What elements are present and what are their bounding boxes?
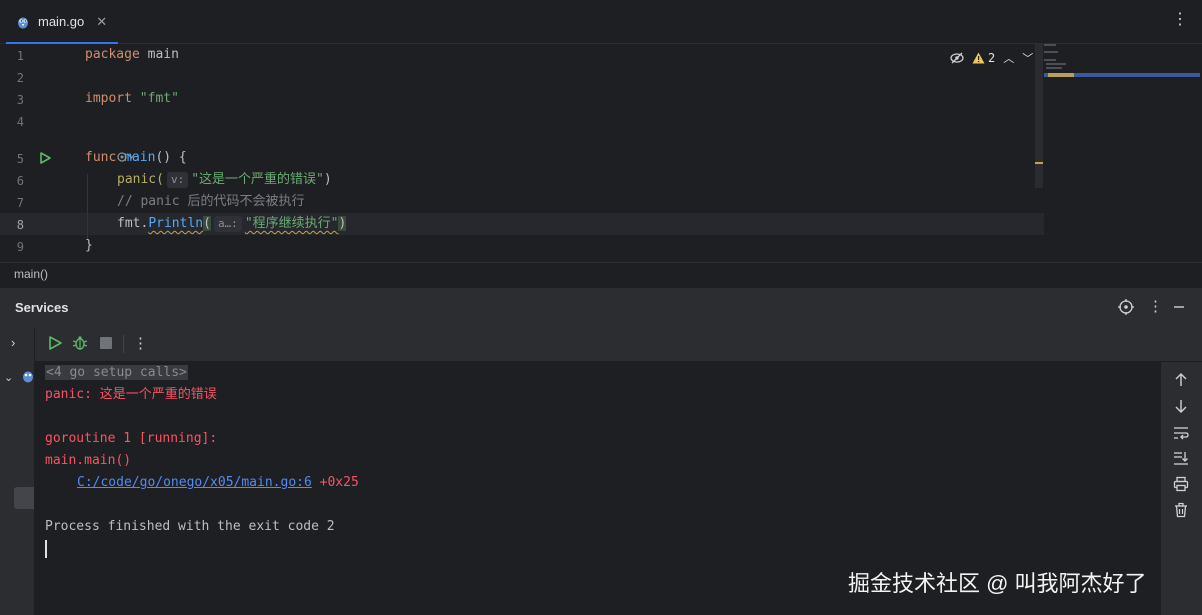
eye-crossed-icon[interactable] [950,52,964,64]
import-path: "fmt" [131,91,179,106]
editor-scrollbar[interactable] [1035,44,1043,188]
code-line-5: func main() { [85,147,187,169]
more-options-icon[interactable]: ⋮ [1172,12,1188,28]
console-line: main.main() [45,453,132,468]
services-tool-window-header: Services ⋮ [0,287,1202,328]
run-icon[interactable] [47,335,63,351]
code-editor[interactable]: 1 2 3 4 5 6 7 8 9 package main import "f… [0,44,1202,260]
warning-count: 2 [988,51,996,65]
keyword-package: package [85,47,140,62]
keyword-func: func [85,150,117,165]
closing-brace: } [85,238,93,253]
tab-label: main.go [38,14,85,29]
arrow-down-icon[interactable] [1173,398,1189,414]
scroll-to-end-icon[interactable] [1173,450,1189,466]
paren: ( [203,216,211,231]
crosshair-icon[interactable] [1118,299,1134,315]
console-toolbar: ⋮ [35,327,1202,362]
package-ref: fmt. [117,216,149,231]
soft-wrap-icon[interactable] [1173,425,1189,441]
more-options-icon[interactable]: ⋮ [1148,299,1163,315]
run-icon[interactable] [38,151,52,165]
editor-tab-bar: main.go ✕ ⋮ [0,0,1202,44]
folded-setup-calls[interactable]: <4 go setup calls> [45,365,188,380]
console-line: panic: 这是一个严重的错误 [45,384,217,406]
function-call: Println [148,216,204,231]
builtin-panic: panic( [117,172,164,187]
selected-tree-item[interactable] [14,487,34,509]
warning-icon[interactable] [972,52,985,64]
line-number: 3 [16,93,24,107]
function-name: main [116,150,156,165]
console-side-toolbar [1160,362,1202,615]
paren: ) [338,216,347,231]
panic-label: panic: [45,387,100,402]
watermark: 掘金技术社区 @ 叫我阿杰好了 [848,571,1147,596]
code-line-7: // panic 后的代码不会被执行 [117,191,304,213]
line-number: 9 [16,240,24,254]
print-icon[interactable] [1173,476,1189,492]
gopher-icon [18,17,28,28]
chevron-down-icon[interactable]: ﹀ [1022,50,1033,66]
chevron-up-icon[interactable]: ︿ [1003,50,1014,66]
toolbar-divider [123,335,124,353]
parameter-hint: a…: [213,215,242,232]
close-icon[interactable]: ✕ [96,14,107,30]
line-number: 8 [16,218,24,232]
package-name: main [139,47,179,62]
stop-icon[interactable] [99,335,113,351]
code-line-8: fmt.Println(a…: "程序继续执行") [117,213,347,235]
tab-main-go[interactable]: main.go ✕ [6,0,118,44]
code-line-1: package main [85,44,179,66]
string-literal: "程序继续执行" [244,216,339,231]
line-number: 1 [16,49,24,63]
console-line: Process finished with the exit code 2 [45,519,335,534]
text-caret [45,540,47,558]
code-line-9: } [85,235,93,257]
minimap[interactable] [1044,44,1200,82]
debug-icon[interactable] [72,335,88,351]
frame-offset: +0x25 [311,475,359,490]
minimize-icon[interactable] [1172,300,1186,314]
services-tree-panel: › ⌄ [0,327,35,615]
arrow-up-icon[interactable] [1173,372,1189,388]
code-line-3: import "fmt" [85,88,179,110]
expand-chevron-icon[interactable]: › [11,335,15,350]
line-number: 6 [16,174,24,188]
console-line: <4 go setup calls> [45,362,188,384]
source-link[interactable]: C:/code/go/onego/x05/main.go:6 [77,475,312,490]
gopher-icon [23,371,33,383]
console-line: goroutine 1 [running]: [45,431,218,446]
collapse-chevron-icon[interactable]: ⌄ [4,371,13,384]
console-line: C:/code/go/onego/x05/main.go:6 +0x25 [77,472,359,494]
comment: // panic 后的代码不会被执行 [117,194,305,209]
services-title: Services [15,300,69,315]
warning-marker [1035,162,1043,164]
line-number: 5 [16,152,24,166]
line-number: 4 [16,115,24,129]
code-line-6: panic(v: "这是一个严重的错误") [117,169,332,191]
inspection-widget[interactable]: 2 ︿ ﹀ [950,50,1033,66]
func-signature: () { [155,150,187,165]
trash-icon[interactable] [1173,502,1189,518]
breadcrumb: main() [0,262,1202,287]
parameter-hint: v: [166,171,189,188]
line-number: 7 [16,196,24,210]
keyword-import: import [85,91,132,106]
line-number: 2 [16,71,24,85]
more-options-icon[interactable]: ⋮ [133,334,148,352]
string-literal: "这是一个严重的错误" [191,172,324,187]
breadcrumb-item[interactable]: main() [14,267,48,281]
paren: ) [323,172,332,187]
panic-message: 这是一个严重的错误 [99,387,217,402]
